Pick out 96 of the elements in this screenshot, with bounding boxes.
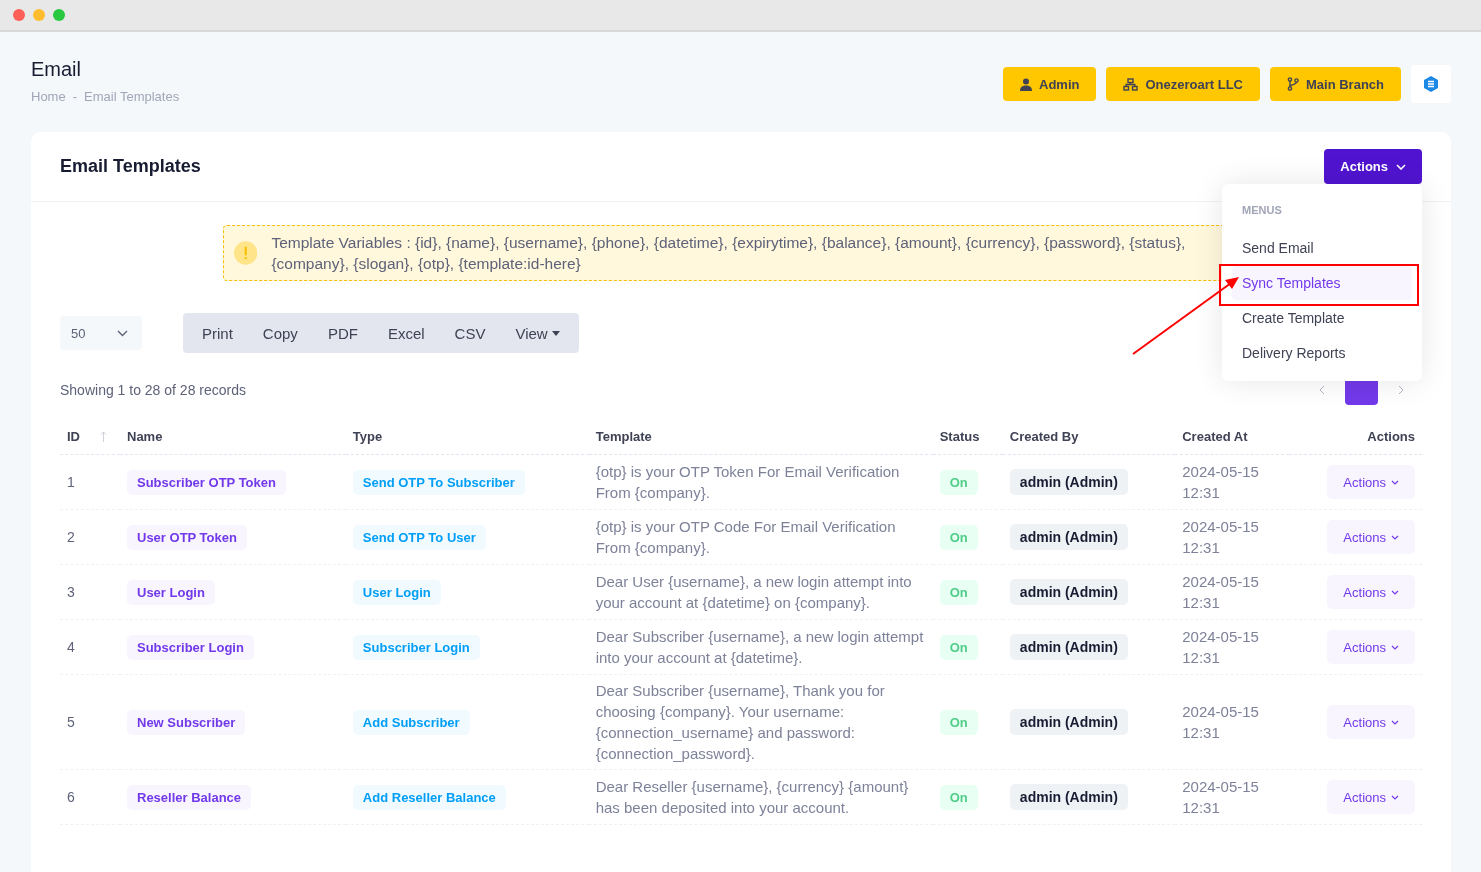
column-header[interactable]: ID — [67, 429, 80, 444]
template-text: Dear Subscriber {username}, a new login attempt into your account at {datetime}. — [595, 628, 924, 666]
chevron-down-icon — [1391, 644, 1399, 650]
column-header[interactable]: Status — [939, 429, 980, 444]
table-cell: 5 — [67, 714, 75, 730]
type-badge: Add Reseller Balance — [352, 784, 506, 810]
branch-icon — [1287, 77, 1299, 91]
table-cell: 2 — [67, 529, 75, 545]
chevron-down-icon — [1391, 589, 1399, 595]
chevron-left-icon[interactable] — [1319, 385, 1325, 395]
alert-text: Template Variables : {id}, {name}, {username}, {phone}, {datetime}, {expirytime}, {balance}, {amount}, {currency}, {password}, {status}, {company}, {slogan}, {otp}, {template:id-here} — [271, 233, 1187, 274]
card-title: Email Templates — [60, 156, 201, 177]
column-header[interactable]: Actions — [1367, 429, 1415, 444]
header-button[interactable]: Onezeroart LLC — [1106, 67, 1260, 101]
status-badge: On — [939, 524, 978, 550]
type-badge: Send OTP To Subscriber — [352, 469, 525, 495]
creator-badge: admin (Admin) — [1009, 784, 1128, 810]
chevron-down-icon — [1391, 479, 1399, 485]
creator-badge: admin (Admin) — [1009, 709, 1128, 735]
minimize-icon[interactable] — [33, 9, 45, 21]
chevron-down-icon — [1391, 794, 1399, 800]
export-button[interactable]: Print — [187, 324, 248, 342]
column-header[interactable]: Name — [127, 429, 163, 444]
export-button[interactable]: View — [500, 324, 575, 342]
row-actions-button[interactable]: Actions — [1327, 705, 1415, 739]
status-badge: On — [939, 469, 978, 495]
table-cell: 3 — [67, 584, 75, 600]
breadcrumb-separator: - — [72, 89, 78, 104]
header-button[interactable]: Admin — [1003, 67, 1097, 101]
chevron-down-icon — [1391, 534, 1399, 540]
chevron-right-icon[interactable] — [1398, 385, 1404, 395]
menu-item[interactable]: Sync Templates — [1232, 266, 1412, 300]
column-header[interactable]: Type — [352, 429, 383, 444]
menu-item[interactable]: Delivery Reports — [1232, 336, 1412, 370]
export-button[interactable]: Excel — [372, 324, 440, 342]
table-cell: 6 — [67, 789, 75, 805]
name-badge: New Subscriber — [127, 709, 246, 735]
actions-button[interactable]: Actions — [1324, 149, 1422, 184]
column-header[interactable]: Created At — [1182, 429, 1248, 444]
name-badge: Reseller Balance — [127, 784, 252, 810]
creator-badge: admin (Admin) — [1009, 469, 1128, 495]
header-button[interactable]: Main Branch — [1270, 67, 1401, 101]
network-icon — [1123, 77, 1139, 91]
table-cell: 2024-05-15 12:31 — [1182, 463, 1259, 501]
name-badge: User OTP Token — [127, 524, 247, 550]
status-badge: On — [939, 579, 978, 605]
row-actions-button[interactable]: Actions — [1327, 630, 1415, 664]
close-icon[interactable] — [13, 9, 25, 21]
name-badge: User Login — [127, 579, 215, 605]
column-header[interactable]: Template — [595, 429, 652, 444]
menu-item[interactable]: Create Template — [1232, 301, 1412, 335]
creator-badge: admin (Admin) — [1009, 634, 1128, 660]
type-badge: Add Subscriber — [352, 709, 470, 735]
chevron-down-icon — [1391, 719, 1399, 725]
status-badge: On — [939, 784, 978, 810]
exclamation-icon — [234, 238, 258, 268]
status-badge: On — [939, 634, 978, 660]
name-badge: Subscriber Login — [127, 634, 254, 660]
table-cell: 2024-05-15 12:31 — [1182, 518, 1259, 556]
menu-item[interactable]: Send Email — [1232, 231, 1412, 265]
records-info: Showing 1 to 28 of 28 records — [60, 382, 246, 398]
chevron-down-icon — [1396, 163, 1406, 170]
row-actions-button[interactable]: Actions — [1327, 575, 1415, 609]
type-badge: Subscriber Login — [352, 634, 480, 660]
status-badge: On — [939, 709, 978, 735]
menu-heading: MENUS — [1241, 203, 1283, 218]
name-badge: Subscriber OTP Token — [127, 469, 286, 495]
maximize-icon[interactable] — [53, 9, 65, 21]
company-logo[interactable] — [1411, 65, 1451, 103]
template-text: {otp} is your OTP Code For Email Verification From {company}. — [595, 518, 896, 556]
row-actions-button[interactable]: Actions — [1327, 465, 1415, 499]
row-actions-button[interactable]: Actions — [1327, 780, 1415, 814]
chevron-down-icon — [117, 329, 128, 337]
export-button[interactable]: Copy — [247, 324, 313, 342]
column-header[interactable]: Created By — [1009, 429, 1079, 444]
type-badge: User Login — [352, 579, 441, 605]
table-cell: 2024-05-15 12:31 — [1182, 573, 1259, 611]
user-icon — [1020, 77, 1032, 91]
template-text: {otp} is your OTP Token For Email Verification From {company}. — [595, 463, 900, 501]
sort-arrow-icon[interactable] — [100, 431, 107, 442]
creator-badge: admin (Admin) — [1009, 579, 1128, 605]
template-text: Dear User {username}, a new login attempt into your account at {datetime} on {company}. — [595, 573, 912, 611]
export-button[interactable]: CSV — [439, 324, 501, 342]
table-cell: 4 — [67, 639, 75, 655]
row-actions-button[interactable]: Actions — [1327, 520, 1415, 554]
page-size-select[interactable]: 50 — [60, 316, 142, 350]
table-cell: 2024-05-15 12:31 — [1182, 703, 1259, 741]
export-button[interactable]: PDF — [312, 324, 373, 342]
type-badge: Send OTP To User — [352, 524, 486, 550]
table-cell: 2024-05-15 12:31 — [1182, 628, 1259, 666]
creator-badge: admin (Admin) — [1009, 524, 1128, 550]
table-cell: 1 — [67, 474, 75, 490]
template-text: Dear Reseller {username}, {currency} {amount} has been deposited into your account. — [595, 778, 909, 816]
table-cell: 2024-05-15 12:31 — [1182, 778, 1259, 816]
page-title: Email — [31, 58, 82, 81]
template-text: Dear Subscriber {username}, Thank you for choosing {company}. Your username: {connection_username} and password: {connection_password}. — [595, 682, 885, 762]
